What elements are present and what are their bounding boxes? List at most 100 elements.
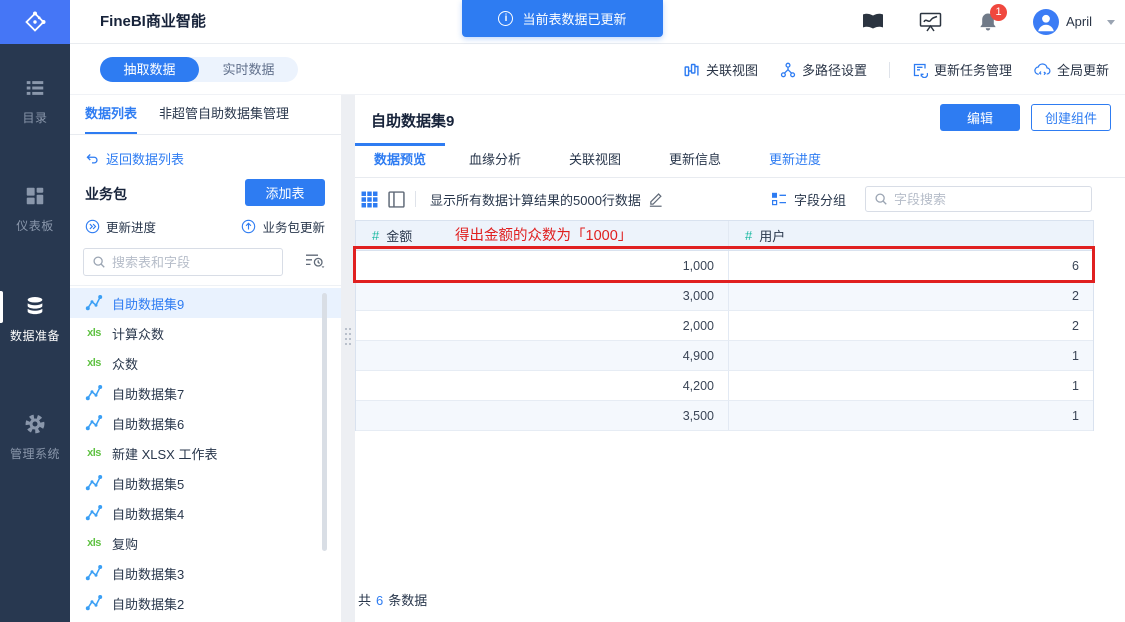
multipath-settings-link[interactable]: 多路径设置 xyxy=(780,60,867,79)
chevron-down-icon[interactable] xyxy=(1107,20,1115,25)
tab-non-admin-datasets[interactable]: 非超管自助数据集管理 xyxy=(159,95,289,134)
update-task-link[interactable]: 更新任务管理 xyxy=(912,60,1012,79)
data-sidebar: 数据列表 非超管自助数据集管理 返回数据列表 业务包 添加表 更新进度 业务包更… xyxy=(70,95,341,622)
back-link-label: 返回数据列表 xyxy=(106,152,185,167)
tab-data-preview[interactable]: 数据预览 xyxy=(355,143,445,177)
dataset-name: 复购 xyxy=(112,536,139,552)
dataset-list: 自助数据集9 xls 计算众数 xls 众数 自助数据集7 自助数据集6 xls… xyxy=(70,288,341,618)
dataset-name: 新建 XLSX 工作表 xyxy=(112,446,218,462)
list-item-dataset[interactable]: xls 计算众数 xyxy=(70,318,341,348)
top-bar: FineBI商业智能 i 当前表数据已更新 1 April xyxy=(70,0,1125,44)
dataset-node-icon xyxy=(85,385,103,401)
list-item-dataset[interactable]: xls 复购 xyxy=(70,528,341,558)
table-row[interactable]: 1,000 6 xyxy=(356,251,1093,281)
sidebar-search[interactable] xyxy=(83,248,283,276)
create-component-button[interactable]: 创建组件 xyxy=(1031,104,1111,131)
drag-handle-icon[interactable] xyxy=(345,328,351,344)
package-update-link[interactable]: 业务包更新 xyxy=(241,217,325,236)
sidebar-item-label: 管理系统 xyxy=(9,447,60,461)
tab-lineage-analysis[interactable]: 血缘分析 xyxy=(445,143,545,177)
xls-icon: xls xyxy=(87,537,101,549)
row-count-footer: 共 6 条数据 xyxy=(358,590,427,609)
search-history-filter-icon[interactable] xyxy=(305,253,325,269)
cell-user: 6 xyxy=(728,251,1093,280)
edit-pencil-icon[interactable] xyxy=(648,191,663,207)
xls-icon: xls xyxy=(87,357,101,369)
sub-header: 抽取数据 实时数据 关联视图 多路径设置 更新任务管理 全局更新 xyxy=(70,44,1125,95)
list-item-dataset[interactable]: 自助数据集7 xyxy=(70,378,341,408)
field-search[interactable] xyxy=(865,186,1092,212)
gear-icon xyxy=(0,412,70,436)
cell-amount: 4,200 xyxy=(682,378,714,393)
header-action-links: 关联视图 多路径设置 更新任务管理 全局更新 xyxy=(684,44,1109,95)
tab-update-info[interactable]: 更新信息 xyxy=(645,143,745,177)
list-item-dataset[interactable]: xls 众数 xyxy=(70,348,341,378)
table-row[interactable]: 4,200 1 xyxy=(356,371,1093,401)
finebi-logo[interactable] xyxy=(0,0,70,44)
avatar[interactable] xyxy=(1033,9,1059,35)
update-progress-link[interactable]: 更新进度 xyxy=(85,217,156,236)
page-title: 自助数据集9 xyxy=(371,113,455,130)
footer-prefix: 共 xyxy=(358,593,372,608)
multipath-label: 多路径设置 xyxy=(801,63,867,78)
user-icon xyxy=(1038,14,1054,32)
active-indicator xyxy=(0,291,3,323)
list-item-dataset[interactable]: xls 新建 XLSX 工作表 xyxy=(70,438,341,468)
edit-button[interactable]: 编辑 xyxy=(940,104,1020,131)
table-row[interactable]: 3,500 1 xyxy=(356,401,1093,431)
list-item-dataset[interactable]: 自助数据集9 xyxy=(70,288,341,318)
toggle-extract-data[interactable]: 抽取数据 xyxy=(100,57,199,82)
back-to-data-list-link[interactable]: 返回数据列表 xyxy=(85,149,184,168)
dashboard-grid-icon xyxy=(0,184,70,208)
list-item-dataset[interactable]: 自助数据集6 xyxy=(70,408,341,438)
list-item-dataset[interactable]: 自助数据集2 xyxy=(70,588,341,618)
toggle-realtime-data[interactable]: 实时数据 xyxy=(199,57,298,82)
column-label: 用户 xyxy=(759,229,786,244)
annotation-text: 得出金额的众数为「1000」 xyxy=(455,228,633,244)
dataset-node-icon xyxy=(85,505,103,521)
sidebar-item-dashboard[interactable]: 仪表板 xyxy=(0,184,70,234)
list-item-dataset[interactable]: 自助数据集4 xyxy=(70,498,341,528)
info-icon: i xyxy=(498,11,514,26)
table-row[interactable]: 4,900 1 xyxy=(356,341,1093,371)
sidebar-item-data-prep[interactable]: 数据准备 xyxy=(0,291,70,344)
user-name[interactable]: April xyxy=(1066,0,1092,44)
sidebar-item-admin[interactable]: 管理系统 xyxy=(0,412,70,462)
table-row[interactable]: 3,000 2 xyxy=(356,281,1093,311)
tab-relation-view[interactable]: 关联视图 xyxy=(545,143,645,177)
panel-resize-gutter[interactable] xyxy=(341,95,355,622)
add-table-button[interactable]: 添加表 xyxy=(245,179,325,206)
scrollbar-thumb[interactable] xyxy=(322,293,327,551)
presentation-icon[interactable] xyxy=(919,11,942,32)
global-update-label: 全局更新 xyxy=(1056,63,1109,78)
search-input[interactable] xyxy=(112,254,262,270)
footer-count: 6 xyxy=(376,593,384,608)
cloud-refresh-icon xyxy=(1034,63,1051,76)
notification-banner[interactable]: i 当前表数据已更新 xyxy=(462,0,663,37)
tab-data-list[interactable]: 数据列表 xyxy=(85,95,138,134)
app-title: FineBI商业智能 xyxy=(100,13,206,30)
list-item-dataset[interactable]: 自助数据集5 xyxy=(70,468,341,498)
grid-view-icon[interactable] xyxy=(361,191,378,208)
xls-icon: xls xyxy=(87,327,101,339)
relation-view-link[interactable]: 关联视图 xyxy=(684,60,758,79)
finebi-logo-icon xyxy=(25,11,46,32)
tab-update-progress[interactable]: 更新进度 xyxy=(745,143,845,177)
cell-amount: 1,000 xyxy=(682,258,714,273)
row-limit-info: 显示所有数据计算结果的5000行数据 xyxy=(430,192,641,208)
field-search-input[interactable] xyxy=(894,191,1064,207)
dataset-node-icon xyxy=(85,415,103,431)
dataset-name: 计算众数 xyxy=(112,326,165,342)
sidebar-item-catalog[interactable]: 目录 xyxy=(0,76,70,126)
dataset-name: 自助数据集9 xyxy=(112,296,185,312)
table-row[interactable]: 2,000 2 xyxy=(356,311,1093,341)
data-mode-toggle[interactable]: 抽取数据 实时数据 xyxy=(100,57,298,82)
panel-view-icon[interactable] xyxy=(388,190,405,208)
field-group-button[interactable]: 字段分组 xyxy=(771,178,846,220)
numeric-field-icon: # xyxy=(372,228,380,243)
list-item-dataset[interactable]: 自助数据集3 xyxy=(70,558,341,588)
column-header-user[interactable]: # 用户 xyxy=(728,221,1093,250)
global-update-link[interactable]: 全局更新 xyxy=(1034,60,1109,79)
divider xyxy=(888,61,890,78)
help-book-icon[interactable] xyxy=(862,12,884,31)
